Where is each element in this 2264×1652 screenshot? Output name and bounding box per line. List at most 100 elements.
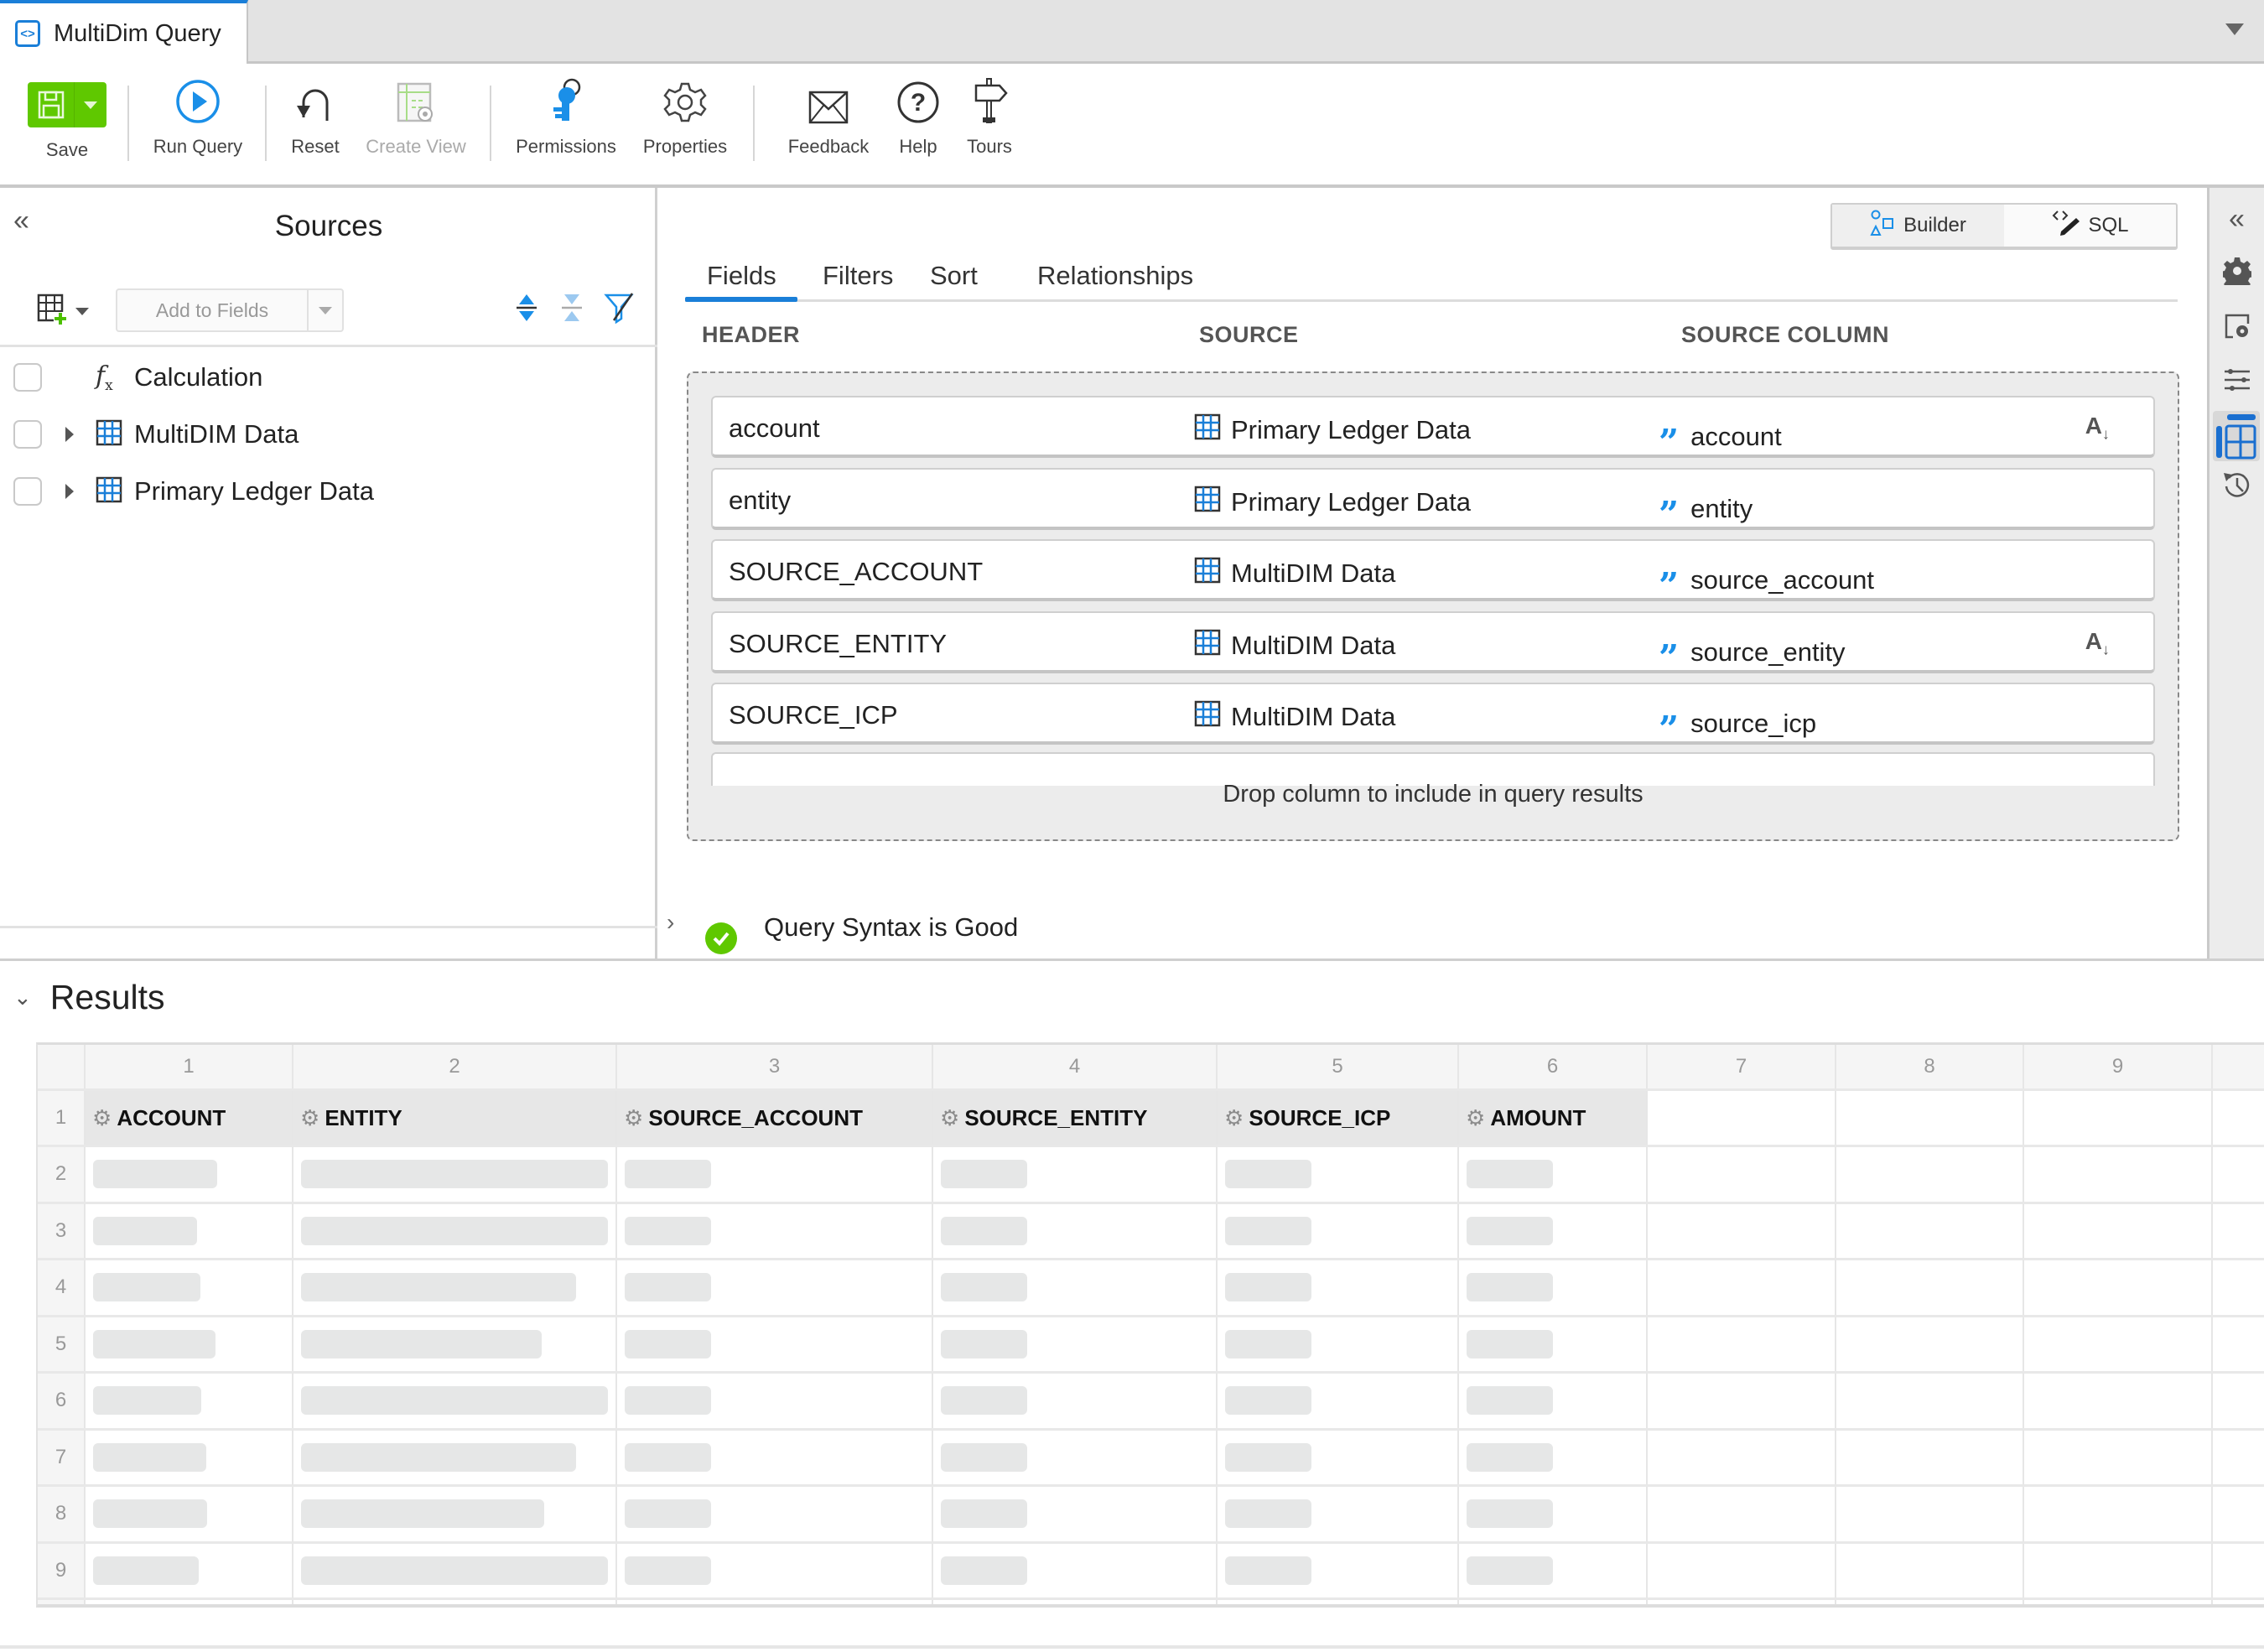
tab-relationships[interactable]: Relationships	[1037, 261, 1193, 291]
grid-row-number[interactable]: 3	[38, 1203, 86, 1258]
source-checkbox[interactable]	[13, 477, 42, 506]
grid-cell[interactable]	[86, 1317, 293, 1371]
grid-cell[interactable]	[1459, 1203, 1648, 1258]
grid-cell[interactable]	[1218, 1487, 1459, 1541]
grid-cell[interactable]	[1836, 1430, 2024, 1484]
source-item-calculation[interactable]: fx Calculation	[0, 349, 657, 406]
grid-cell[interactable]	[933, 1203, 1218, 1258]
table-layout-icon[interactable]	[2213, 411, 2260, 461]
grid-column-header[interactable]: ⚙ AMOUNT	[1459, 1091, 1648, 1145]
grid-cell[interactable]	[1459, 1260, 1648, 1315]
grid-cell[interactable]	[1836, 1317, 2024, 1371]
grid-cell[interactable]	[1218, 1260, 1459, 1315]
results-header[interactable]: ⌄ Results	[13, 978, 165, 1017]
field-row[interactable]: account Primary Ledger Data ” account A↓	[711, 396, 2155, 460]
properties-button[interactable]: Properties	[637, 64, 733, 188]
grid-column-header[interactable]: ⚙ SOURCE_ACCOUNT	[617, 1091, 933, 1145]
expand-caret-icon[interactable]	[65, 427, 74, 442]
grid-cell[interactable]	[1836, 1374, 2024, 1428]
grid-cell[interactable]	[933, 1543, 1218, 1597]
grid-cell[interactable]	[1836, 1543, 2024, 1597]
tab-multidim-query[interactable]: <> MultiDim Query	[0, 0, 248, 64]
grid-cell[interactable]	[2213, 1260, 2264, 1315]
tab-fields[interactable]: Fields	[707, 261, 776, 291]
grid-column-number[interactable]: 1	[86, 1045, 293, 1088]
grid-cell[interactable]	[1459, 1543, 1648, 1597]
grid-cell[interactable]	[933, 1487, 1218, 1541]
grid-cell[interactable]	[86, 1203, 293, 1258]
grid-cell[interactable]	[2024, 1260, 2213, 1315]
grid-corner-cell[interactable]	[38, 1045, 86, 1088]
grid-cell[interactable]	[1218, 1147, 1459, 1202]
grid-cell[interactable]	[2213, 1091, 2264, 1145]
grid-column-number[interactable]: 8	[1836, 1045, 2024, 1088]
sort-ascending-icon[interactable]: A↓	[2085, 413, 2110, 444]
grid-cell[interactable]	[2213, 1147, 2264, 1202]
add-to-fields-button[interactable]: Add to Fields	[116, 288, 344, 332]
grid-row-number[interactable]: 2	[38, 1147, 86, 1202]
grid-cell[interactable]	[617, 1317, 933, 1371]
save-split-button[interactable]	[28, 82, 106, 127]
column-settings-gear-icon[interactable]: ⚙	[1224, 1105, 1244, 1131]
grid-cell[interactable]	[2024, 1487, 2213, 1541]
grid-row-number[interactable]: 8	[38, 1487, 86, 1541]
grid-row-number[interactable]: 9	[38, 1543, 86, 1597]
grid-column-number[interactable]	[2213, 1045, 2264, 1088]
field-header[interactable]: SOURCE_ACCOUNT	[729, 557, 983, 587]
reset-button[interactable]: Reset	[282, 64, 349, 188]
grid-row-number[interactable]: 1	[38, 1091, 86, 1145]
history-icon[interactable]	[2209, 470, 2264, 500]
grid-cell[interactable]	[1836, 1147, 2024, 1202]
field-header[interactable]: SOURCE_ENTITY	[729, 629, 947, 659]
grid-cell[interactable]	[1459, 1374, 1648, 1428]
tours-button[interactable]: Tours	[963, 64, 1016, 188]
grid-column-header[interactable]: ⚙ SOURCE_ICP	[1218, 1091, 1459, 1145]
grid-cell[interactable]	[2213, 1317, 2264, 1372]
grid-cell[interactable]	[617, 1203, 933, 1258]
grid-cell[interactable]	[2213, 1544, 2264, 1598]
grid-cell[interactable]	[1648, 1374, 1836, 1428]
grid-cell[interactable]	[933, 1374, 1218, 1428]
grid-column-number[interactable]: 5	[1218, 1045, 1459, 1088]
grid-cell[interactable]	[293, 1487, 617, 1541]
grid-cell[interactable]	[1459, 1487, 1648, 1541]
grid-cell[interactable]	[293, 1147, 617, 1202]
grid-cell[interactable]	[617, 1543, 933, 1597]
grid-cell[interactable]	[617, 1147, 933, 1202]
grid-column-header[interactable]: ⚙ ENTITY	[293, 1091, 617, 1145]
grid-cell[interactable]	[293, 1317, 617, 1371]
field-row[interactable]: SOURCE_ICP MultiDIM Data ” source_icp	[711, 683, 2155, 747]
grid-cell[interactable]	[86, 1260, 293, 1315]
grid-cell[interactable]	[293, 1260, 617, 1315]
create-view-button[interactable]: Create View	[362, 64, 470, 188]
grid-cell[interactable]	[2024, 1203, 2213, 1258]
grid-cell[interactable]	[86, 1147, 293, 1202]
tab-filters[interactable]: Filters	[823, 261, 893, 291]
source-checkbox[interactable]	[13, 363, 42, 392]
grid-cell[interactable]	[1648, 1487, 1836, 1541]
add-to-fields-dropdown[interactable]	[309, 290, 342, 330]
panel-splitter[interactable]	[0, 958, 2264, 961]
grid-cell[interactable]	[2213, 1431, 2264, 1485]
settings-panel-icon[interactable]	[2209, 312, 2264, 340]
tab-sort[interactable]: Sort	[930, 261, 978, 291]
grid-cell[interactable]	[1648, 1091, 1836, 1145]
sliders-icon[interactable]	[2209, 367, 2264, 392]
grid-cell[interactable]	[1836, 1091, 2024, 1145]
floppy-disk-icon[interactable]	[28, 82, 75, 127]
grid-cell[interactable]	[1648, 1147, 1836, 1202]
collapse-right-icon[interactable]: «	[2209, 203, 2264, 236]
permissions-button[interactable]: Permissions	[511, 64, 621, 188]
grid-cell[interactable]	[1459, 1430, 1648, 1484]
grid-cell[interactable]	[933, 1147, 1218, 1202]
field-row[interactable]: SOURCE_ENTITY MultiDIM Data ” source_entity…	[711, 610, 2155, 675]
fields-drop-zone[interactable]: account Primary Ledger Data ” account A↓ enti…	[687, 371, 2179, 841]
grid-cell[interactable]	[1459, 1147, 1648, 1202]
grid-cell[interactable]	[1218, 1374, 1459, 1428]
grid-column-number[interactable]: 2	[293, 1045, 617, 1088]
column-settings-gear-icon[interactable]: ⚙	[1466, 1105, 1485, 1131]
grid-cell[interactable]	[2213, 1374, 2264, 1428]
grid-cell[interactable]	[2024, 1543, 2213, 1597]
grid-cell[interactable]	[1648, 1260, 1836, 1315]
grid-cell[interactable]	[2024, 1317, 2213, 1371]
